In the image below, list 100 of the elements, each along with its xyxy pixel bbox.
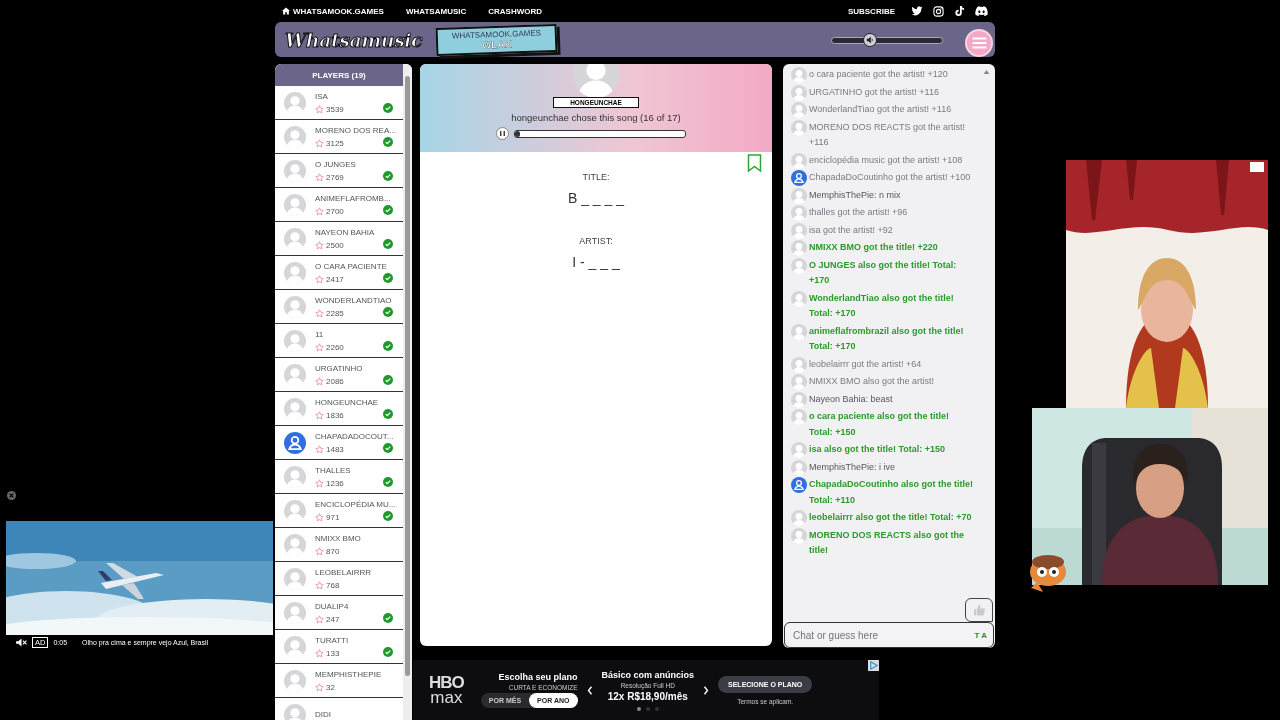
- player-score: 2086: [326, 376, 344, 386]
- chat-message: isa got the artist! +92: [809, 224, 893, 235]
- close-icon[interactable]: [7, 491, 16, 500]
- thumbs-up-icon: [972, 603, 986, 617]
- player-name: THALLES: [315, 465, 351, 475]
- player-score: 2769: [326, 172, 344, 182]
- star-icon: [315, 648, 324, 658]
- plan-price: 12x R$18,90/mês: [607, 690, 688, 702]
- chevron-left-icon[interactable]: [586, 685, 593, 695]
- chat-message: leobelairrr got the artist! +64: [809, 358, 922, 369]
- chat-message: Nayeon Bahia: beast: [809, 393, 893, 404]
- nav-link[interactable]: WHATSAMUSIC: [405, 6, 467, 16]
- player-row[interactable]: O JUNGES 2769: [275, 154, 403, 188]
- player-name: ISA: [315, 91, 329, 101]
- muted-speaker-icon[interactable]: [16, 637, 27, 647]
- player-row[interactable]: 11 2260: [275, 324, 403, 358]
- player-score: 3539: [326, 104, 344, 114]
- player-row[interactable]: DIDI: [275, 698, 403, 720]
- chat-message: O JUNGES also got the title! Total: +170: [809, 259, 957, 285]
- chat-message: MORENO DOS REACTS also got the title!: [809, 529, 964, 555]
- scroll-up-icon[interactable]: [983, 69, 990, 75]
- player-score: 2500: [326, 240, 344, 250]
- player-row[interactable]: ENCICLOPÉDIA MU... 971: [275, 494, 403, 528]
- nav-link[interactable]: WHATSAMOOK.GAMES: [282, 6, 384, 16]
- player-row[interactable]: NAYEON BAHIA 2500: [275, 222, 403, 256]
- player-row[interactable]: ANIMEFLAFROMB... 2700: [275, 188, 403, 222]
- player-row[interactable]: HONGEUNCHAE 1836: [275, 392, 403, 426]
- player-score: 2417: [326, 274, 344, 284]
- player-name: TURATTI: [315, 635, 349, 645]
- star-icon: [315, 682, 324, 692]
- volume-thumb[interactable]: [863, 32, 878, 47]
- star-icon: [315, 240, 324, 250]
- player-row[interactable]: TURATTI 133: [275, 630, 403, 664]
- player-name: O CARA PACIENTE: [315, 261, 387, 271]
- speaker-icon: [866, 35, 875, 44]
- player-name: DIDI: [315, 710, 331, 719]
- ad-heading: Escolha seu plano: [498, 672, 578, 682]
- chooser-avatar-icon: [573, 64, 619, 98]
- chat-message: thalles got the artist! +96: [809, 207, 908, 217]
- chat-input-field[interactable]: Chat or guess here T A: [784, 622, 994, 648]
- player-name: DUALIP4: [315, 601, 349, 611]
- controller-icon[interactable]: [975, 5, 988, 17]
- chat-message: WonderlandTiao got the artist! +116: [809, 104, 952, 114]
- menu-icon: [971, 36, 987, 49]
- player-score: 1836: [326, 410, 344, 420]
- carousel-dot[interactable]: [645, 706, 650, 711]
- player-name: MEMPHISTHEPIE: [315, 669, 382, 679]
- camera-icon[interactable]: [933, 5, 944, 17]
- player-row[interactable]: NMIXX BMO 870: [275, 528, 403, 562]
- player-row[interactable]: URGATINHO 2086: [275, 358, 403, 392]
- scrollbar[interactable]: [403, 64, 412, 720]
- carousel-dot[interactable]: [654, 706, 659, 711]
- carousel-dot[interactable]: [636, 706, 641, 711]
- pause-button[interactable]: [496, 127, 509, 140]
- subscribe-link[interactable]: SUBSCRIBE: [847, 6, 895, 16]
- player-row[interactable]: O CARA PACIENTE 2417: [275, 256, 403, 290]
- music-note-icon[interactable]: [954, 5, 965, 17]
- player-score: 971: [326, 512, 340, 522]
- player-row[interactable]: MEMPHISTHEPIE 32: [275, 664, 403, 698]
- player-row[interactable]: WONDERLANDTIAO 2285: [275, 290, 403, 324]
- player-score: 1236: [326, 478, 344, 488]
- star-icon: [315, 138, 324, 148]
- chat-message: URGATINHO got the artist! +116: [809, 86, 939, 97]
- star-icon: [315, 342, 324, 352]
- player-name: MORENO DOS REA...: [315, 125, 396, 135]
- player-score: 1483: [326, 444, 344, 454]
- hbo-logo: HBO max: [429, 674, 464, 706]
- bookmark-icon[interactable]: [747, 154, 762, 172]
- chat-message: enciclopédia music got the artist! +108: [809, 154, 963, 165]
- star-icon: [315, 308, 324, 318]
- player-score: 247: [326, 614, 340, 624]
- menu-button[interactable]: [965, 28, 993, 57]
- player-name: 11: [315, 329, 325, 339]
- title-hint: B _ _ _ _: [567, 190, 624, 206]
- player-row[interactable]: DUALIP4 247: [275, 596, 403, 630]
- player-score: 768: [326, 580, 340, 590]
- song-caption: hongeunchae chose this song (16 of 17): [511, 112, 681, 123]
- star-icon: [315, 172, 324, 182]
- chevron-right-icon[interactable]: [703, 685, 710, 695]
- room-code: WLAK: [481, 38, 513, 50]
- bird-icon[interactable]: [911, 5, 923, 17]
- player-row[interactable]: CHAPADADOCOUT... 1483: [275, 426, 403, 460]
- player-score: 3125: [326, 138, 344, 148]
- player-name: LEOBELAIRRR: [315, 567, 372, 577]
- player-row[interactable]: THALLES 1236: [275, 460, 403, 494]
- star-icon: [315, 614, 324, 624]
- player-name: CHAPADADOCOUT...: [315, 431, 394, 441]
- player-row[interactable]: ISA 3539: [275, 86, 403, 120]
- star-icon: [315, 104, 324, 114]
- chat-message: NMIXX BMO also got the artist!: [809, 376, 935, 386]
- player-row[interactable]: MORENO DOS REA... 3125: [275, 120, 403, 154]
- nav-link[interactable]: CRASHWORD: [488, 6, 543, 16]
- plan-name: Básico com anúncios: [601, 669, 695, 680]
- title-label: TITLE:: [582, 172, 610, 182]
- home-icon: [282, 7, 290, 15]
- chat-message: NMIXX BMO got the title! +220: [809, 242, 938, 252]
- volume-slider[interactable]: [831, 32, 943, 47]
- player-row[interactable]: LEOBELAIRRR 768: [275, 562, 403, 596]
- player-score: 32: [326, 682, 335, 692]
- text-tools[interactable]: T A: [974, 630, 987, 640]
